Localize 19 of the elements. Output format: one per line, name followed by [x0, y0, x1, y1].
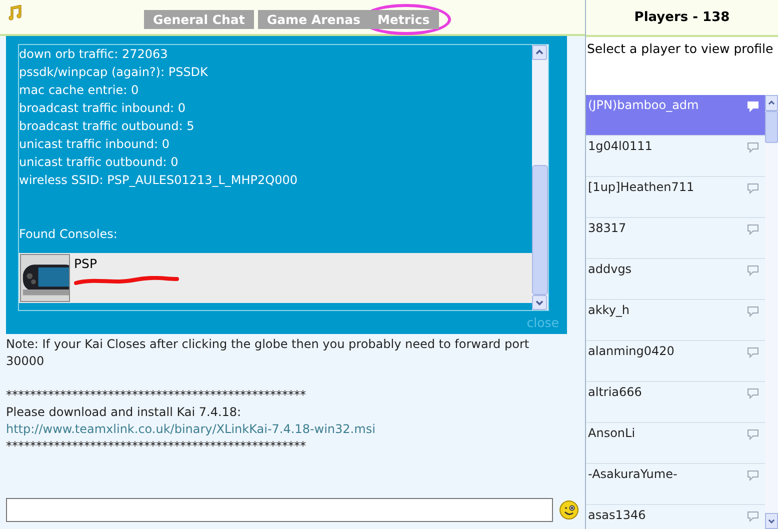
separator-text: **************************************************: [6, 438, 307, 455]
player-item[interactable]: (JPN)bamboo_adm: [586, 95, 765, 136]
metric-line: broadcast traffic outbound: 5: [19, 118, 196, 135]
metric-line: broadcast traffic inbound: 0: [19, 100, 187, 117]
players-title: Players - 138: [586, 0, 778, 37]
section-label: Found Consoles:: [19, 226, 118, 243]
console-row[interactable]: PSP: [19, 253, 532, 303]
chat-message: Note: If your Kai Closes after clicking the globe then you probably need to forward port 30000: [6, 336, 530, 370]
metric-line: down orb traffic: 272063: [19, 46, 169, 63]
metric-line: pssdk/winpcap (again?): PSSDK: [19, 64, 209, 81]
metric-line: wireless SSID: PSP_AULES01213_L_MHP2Q000: [19, 172, 299, 189]
separator-text: **************************************************: [6, 387, 307, 404]
download-link[interactable]: http://www.teamxlink.co.uk/binary/XLinkKai-7.4.18-win32.msi: [6, 421, 579, 438]
metric-line: unicast traffic outbound: 0: [19, 154, 180, 171]
metric-line: unicast traffic inbound: 0: [19, 136, 170, 153]
console-name: PSP: [74, 255, 98, 271]
hint-text: Select a player to view profile: [586, 40, 774, 58]
chat-message: Please download and install Kai 7.4.18:: [6, 404, 242, 421]
metric-line: mac cache entrie: 0: [19, 82, 140, 99]
